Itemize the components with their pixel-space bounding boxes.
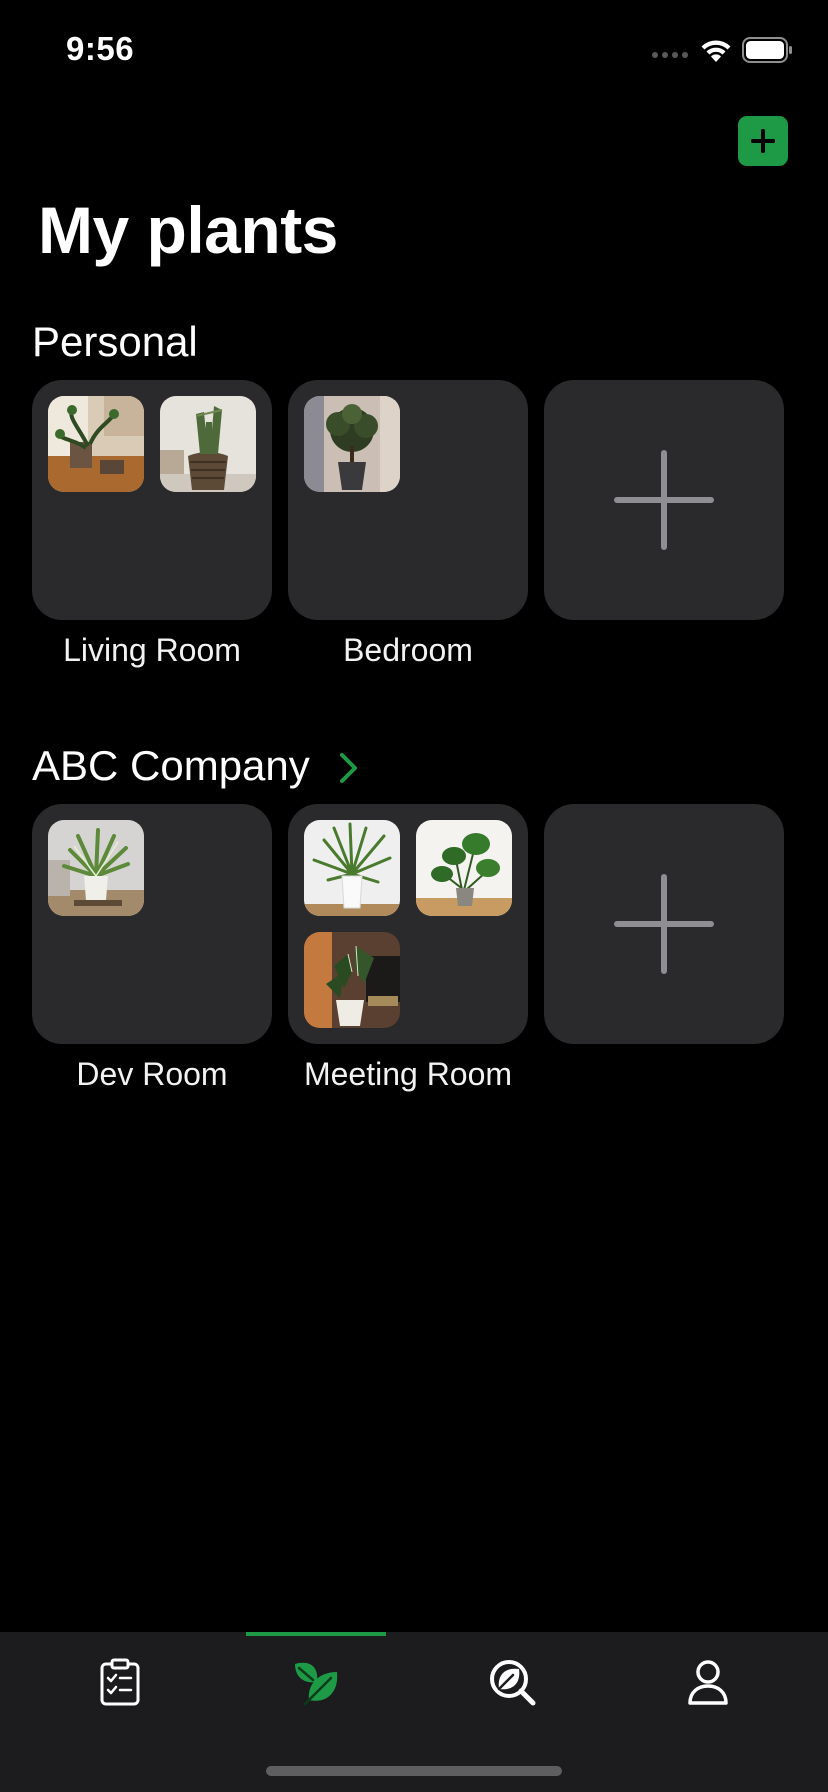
person-icon — [687, 1660, 728, 1705]
tab-identify[interactable] — [408, 1632, 615, 1732]
plant-thumbnail[interactable] — [48, 396, 144, 492]
section-title-personal: Personal — [32, 318, 198, 365]
tab-tasks[interactable] — [16, 1632, 223, 1732]
page-title: My plants — [38, 193, 338, 267]
cellular-signal-icon — [652, 52, 688, 58]
plant-thumbnail[interactable] — [304, 396, 400, 492]
section-title-abc-company[interactable]: ABC Company — [32, 742, 310, 790]
chevron-right-icon[interactable] — [337, 751, 361, 785]
tab-my-plants[interactable] — [212, 1632, 419, 1732]
room-label: Living Room — [63, 632, 241, 668]
tab-profile[interactable] — [604, 1632, 811, 1732]
add-room-button[interactable] — [544, 380, 784, 620]
room-label: Dev Room — [76, 1056, 228, 1092]
plant-thumbnail[interactable] — [160, 396, 256, 492]
room-card-living-room[interactable] — [32, 380, 272, 620]
plus-icon — [614, 874, 714, 974]
plant-thumbnail[interactable] — [48, 820, 144, 916]
battery-icon — [742, 37, 792, 63]
room-label: Bedroom — [343, 632, 473, 668]
room-card-dev-room[interactable] — [32, 804, 272, 1044]
plant-thumbnail[interactable] — [416, 820, 512, 916]
status-time: 9:56 — [66, 30, 135, 67]
plus-icon — [751, 129, 775, 153]
leaf-icon — [294, 1662, 337, 1706]
plant-thumbnail[interactable] — [304, 932, 400, 1028]
home-indicator — [266, 1766, 562, 1776]
plant-thumbnail[interactable] — [304, 820, 400, 916]
wifi-icon — [701, 40, 731, 62]
plus-icon — [614, 450, 714, 550]
add-plant-button[interactable] — [738, 116, 788, 166]
leaf-search-icon — [489, 1660, 535, 1706]
room-card-meeting-room[interactable] — [288, 804, 528, 1044]
add-room-button[interactable] — [544, 804, 784, 1044]
status-bar: 9:56 — [0, 0, 828, 100]
clipboard-checklist-icon — [100, 1658, 139, 1706]
room-card-bedroom[interactable] — [288, 380, 528, 620]
room-label: Meeting Room — [303, 1056, 513, 1092]
